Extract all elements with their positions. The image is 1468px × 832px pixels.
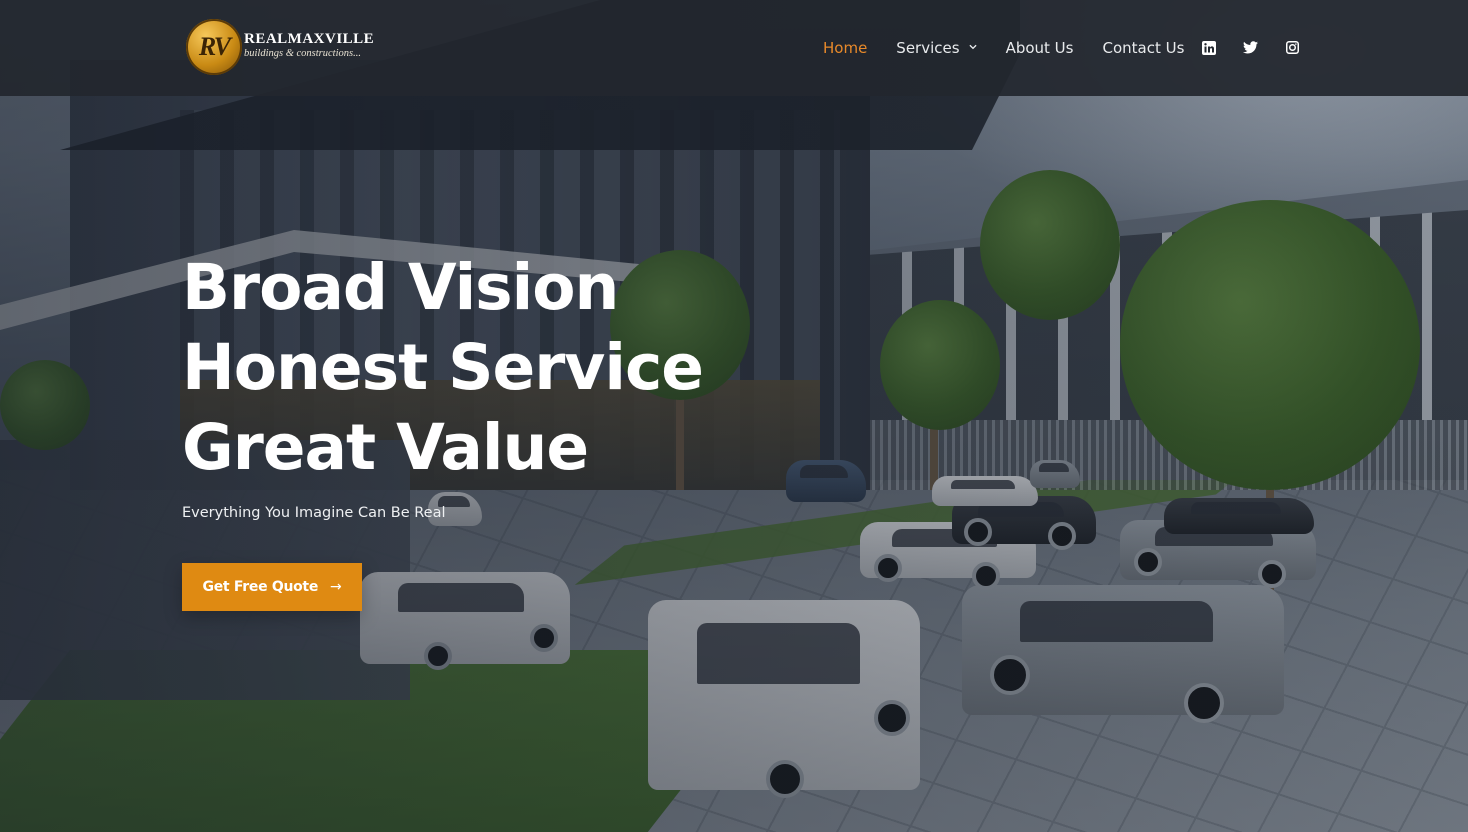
logo-emblem: RV <box>186 19 242 75</box>
arrow-right-icon: → <box>330 579 342 595</box>
hero-subtitle: Everything You Imagine Can Be Real <box>182 505 446 521</box>
get-free-quote-button[interactable]: Get Free Quote → <box>182 563 362 611</box>
chevron-down-icon <box>968 44 977 52</box>
nav-contact-us[interactable]: Contact Us <box>1102 39 1184 57</box>
headline-line-1: Broad Vision <box>182 251 619 324</box>
brand-tagline: buildings & constructions... <box>244 47 361 59</box>
nav-about-us[interactable]: About Us <box>1006 39 1074 57</box>
nav-services[interactable]: Services <box>896 39 977 57</box>
main-navigation: Home Services About Us Contact Us <box>823 36 1213 60</box>
logo-text: REALMAXVILLE buildings & constructions..… <box>244 31 374 60</box>
headline-line-3: Great Value <box>182 411 589 484</box>
instagram-icon[interactable] <box>1285 40 1300 55</box>
nav-services-label: Services <box>896 39 960 57</box>
logo[interactable]: RV REALMAXVILLE buildings & construction… <box>186 19 374 75</box>
social-links <box>1201 40 1327 55</box>
brand-name: REALMAXVILLE <box>244 30 375 47</box>
linkedin-icon[interactable] <box>1201 40 1216 55</box>
nav-home[interactable]: Home <box>823 39 867 57</box>
hero-headline: Broad Vision Honest Service Great Value <box>182 248 704 488</box>
site-header: RV REALMAXVILLE buildings & construction… <box>0 0 1468 96</box>
twitter-icon[interactable] <box>1243 40 1258 55</box>
headline-line-2: Honest Service <box>182 331 704 404</box>
cta-label: Get Free Quote <box>202 579 319 595</box>
